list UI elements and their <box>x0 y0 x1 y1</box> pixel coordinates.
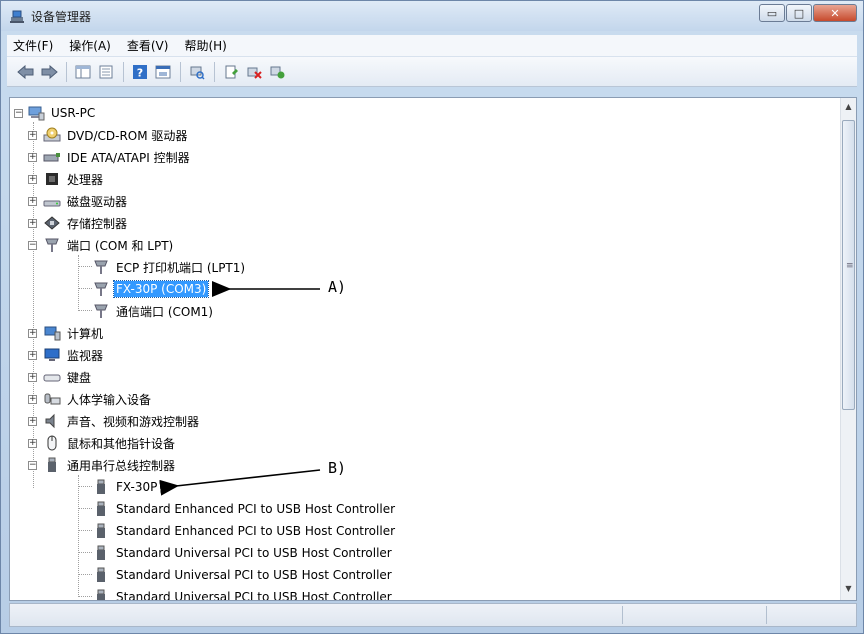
update-driver-icon <box>225 65 238 78</box>
scan-hardware-button[interactable] <box>186 62 208 82</box>
properties-grid-button[interactable] <box>72 62 94 82</box>
close-icon: ✕ <box>830 6 840 20</box>
menu-view[interactable]: 查看(V) <box>127 37 169 54</box>
menu-action[interactable]: 操作(A) <box>69 37 111 54</box>
title-bar: 设备管理器 ▭ □ ✕ <box>1 1 863 31</box>
status-divider <box>766 606 767 624</box>
uninstall-button[interactable] <box>243 62 265 82</box>
properties-grid-icon <box>75 65 91 78</box>
close-button[interactable]: ✕ <box>813 4 857 22</box>
device-tree-pane: − USR-PC + DVD/CD-ROM 驱动器 + IDE ATA/ATAP… <box>9 97 857 601</box>
status-bar <box>9 603 857 627</box>
menu-file[interactable]: 文件(F) <box>13 37 53 54</box>
back-button[interactable] <box>15 62 37 82</box>
vertical-scrollbar[interactable]: ▲ ≡ ▼ <box>840 98 856 600</box>
view-icon <box>155 65 171 78</box>
help-icon: ? <box>133 64 147 79</box>
back-icon <box>17 64 34 79</box>
annotation-arrows <box>159 281 321 496</box>
forward-icon <box>41 64 58 79</box>
maximize-icon: □ <box>793 6 805 20</box>
toolbar-separator <box>66 61 67 82</box>
help-button[interactable]: ? <box>129 62 151 82</box>
uninstall-icon <box>247 67 262 79</box>
status-divider <box>622 606 623 624</box>
annotation-label-a: A) <box>328 278 347 296</box>
scroll-grip-icon: ≡ <box>846 261 854 271</box>
forward-button[interactable] <box>38 62 60 82</box>
menu-bar: 文件(F) 操作(A) 查看(V) 帮助(H) <box>7 35 857 57</box>
scroll-up-arrow[interactable]: ▲ <box>843 102 854 116</box>
update-driver-button[interactable] <box>220 62 242 82</box>
scan-hardware-icon <box>190 66 205 80</box>
device-manager-window: 设备管理器 ▭ □ ✕ 文件(F) 操作(A) 查看(V) 帮助(H) ? − … <box>0 0 864 634</box>
scroll-down-arrow[interactable]: ▼ <box>843 584 854 598</box>
enable-device-icon <box>270 66 285 78</box>
scroll-thumb[interactable]: ≡ <box>842 120 855 410</box>
toolbar: ? <box>7 57 857 87</box>
device-manager-icon <box>10 10 24 23</box>
view-button[interactable] <box>152 62 174 82</box>
toolbar-separator <box>180 61 181 82</box>
toolbar-separator <box>214 61 215 82</box>
enable-device-button[interactable] <box>266 62 288 82</box>
svg-text:?: ? <box>137 66 143 79</box>
annotation-label-b: B) <box>328 459 347 477</box>
maximize-button[interactable]: □ <box>786 4 812 22</box>
minimize-button[interactable]: ▭ <box>759 4 785 22</box>
annotation-arrow-b <box>159 469 321 496</box>
menu-help[interactable]: 帮助(H) <box>184 37 226 54</box>
window-title: 设备管理器 <box>31 9 92 24</box>
minimize-icon: ▭ <box>766 6 778 20</box>
device-tree: − USR-PC + DVD/CD-ROM 驱动器 + IDE ATA/ATAP… <box>10 98 840 600</box>
caption-buttons: ▭ □ ✕ <box>758 4 857 22</box>
toolbar-separator <box>123 61 124 82</box>
list-icon <box>99 65 113 78</box>
list-button[interactable] <box>95 62 117 82</box>
